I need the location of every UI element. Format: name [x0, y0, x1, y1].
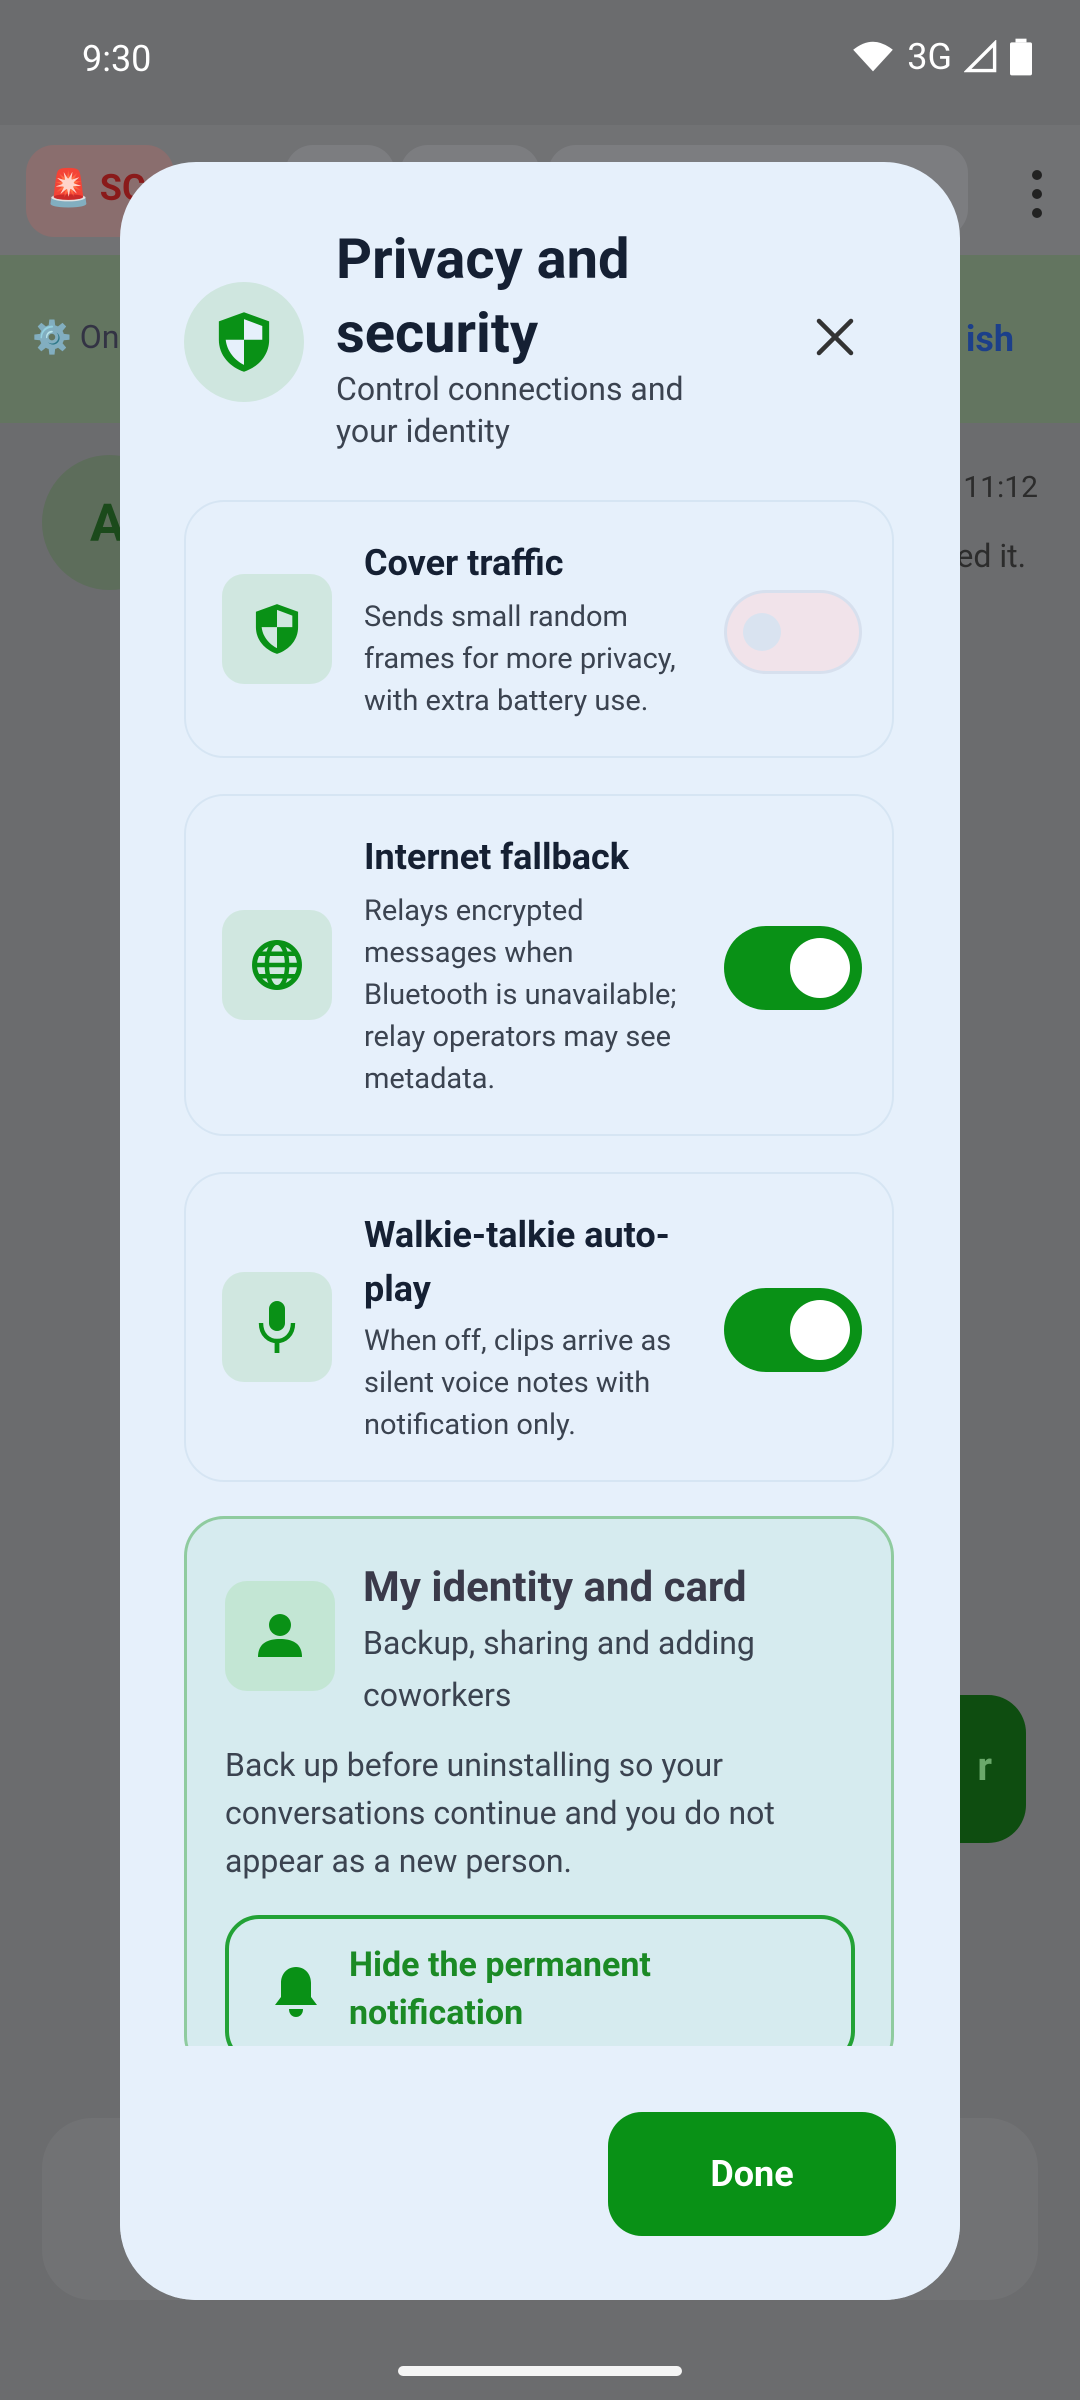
- banner-action: ish: [965, 318, 1014, 360]
- dialog-title: Privacy and security: [336, 226, 630, 366]
- microphone-icon: [222, 1272, 332, 1382]
- shield-icon: [184, 282, 304, 402]
- hide-notification-button[interactable]: Hide the permanent notification: [225, 1915, 855, 2065]
- setting-cover-traffic: Cover traffic Sends small random frames …: [184, 500, 894, 758]
- hide-notification-label: Hide the permanent notification: [349, 1945, 651, 2033]
- banner-text: ⚙️ On: [32, 318, 120, 356]
- setting-internet-fallback: Internet fallback Relays encrypted messa…: [184, 794, 894, 1136]
- privacy-security-dialog: Privacy and security Control connections…: [120, 162, 960, 2300]
- status-bar: 9:30 3G: [0, 0, 1080, 125]
- close-icon[interactable]: [800, 302, 870, 372]
- message-preview: ed it.: [956, 537, 1026, 575]
- setting-description: Sends small random frames for more priva…: [364, 600, 676, 718]
- setting-description: Relays encrypted messages when Bluetooth…: [364, 894, 677, 1096]
- shield-icon: [222, 574, 332, 684]
- network-type: 3G: [907, 36, 952, 78]
- walkie-talkie-toggle[interactable]: [724, 1288, 862, 1372]
- bell-icon: [275, 1967, 317, 2017]
- wifi-icon: [853, 41, 894, 72]
- setting-title: Walkie-talkie auto-play: [364, 1214, 670, 1310]
- setting-description: When off, clips arrive as silent voice n…: [364, 1324, 672, 1442]
- person-icon: [225, 1581, 335, 1691]
- setting-title: Internet fallback: [364, 836, 629, 878]
- navigation-handle[interactable]: [398, 2366, 682, 2376]
- battery-icon: [1010, 38, 1032, 76]
- cover-traffic-toggle[interactable]: [724, 590, 862, 674]
- setting-walkie-talkie-autoplay: Walkie-talkie auto-play When off, clips …: [184, 1172, 894, 1482]
- globe-icon: [222, 910, 332, 1020]
- identity-title: My identity and card: [363, 1563, 747, 1612]
- done-button[interactable]: Done: [608, 2112, 896, 2236]
- dialog-subtitle: Control connections and your identity: [336, 370, 684, 450]
- overflow-menu-icon: [1032, 170, 1044, 227]
- identity-body: Back up before uninstalling so your conv…: [225, 1746, 775, 1880]
- internet-fallback-toggle[interactable]: [724, 926, 862, 1010]
- status-time: 9:30: [82, 38, 152, 80]
- identity-subtitle: Backup, sharing and adding coworkers: [363, 1624, 755, 1714]
- signal-icon: [964, 40, 997, 73]
- message-time: 11:12: [963, 470, 1038, 505]
- setting-title: Cover traffic: [364, 542, 564, 584]
- identity-card[interactable]: My identity and card Backup, sharing and…: [184, 1516, 894, 2076]
